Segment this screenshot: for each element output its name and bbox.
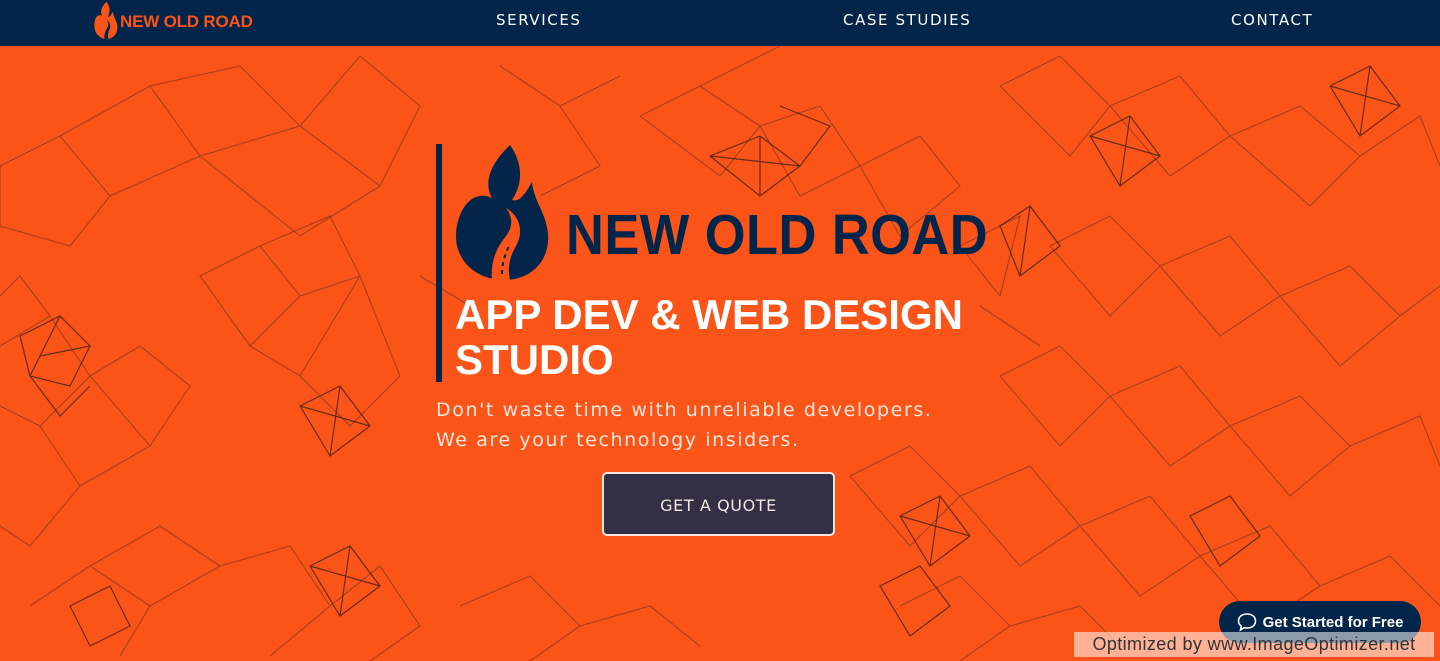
get-a-quote-button[interactable]: GET A QUOTE [602,472,835,536]
speech-bubble-icon [1237,613,1256,632]
hero-accent-bar [436,144,442,382]
hero-headline: APP DEV & WEB DESIGN STUDIO [455,291,963,383]
nav-link-services[interactable]: SERVICES [496,11,582,29]
chat-widget-label: Get Started for Free [1262,613,1404,631]
hero-logo [452,142,552,282]
hero-subheading-line-2: We are your technology insiders. [436,429,800,451]
optimizer-watermark: Optimized by www.ImageOptimizer.net [1074,632,1434,657]
nav-link-case-studies[interactable]: CASE STUDIES [843,11,971,29]
flame-road-icon [456,145,549,280]
get-a-quote-label: GET A QUOTE [660,495,777,515]
nav-logo[interactable]: NEW OLD ROAD [91,0,253,46]
top-nav: NEW OLD ROAD SERVICES CASE STUDIES CONTA… [0,0,1440,46]
nav-link-contact[interactable]: CONTACT [1231,11,1313,29]
hero-brand-name: NEW OLD ROAD [566,203,989,267]
hero-subheading: Don't waste time with unreliable develop… [436,395,996,455]
flame-road-icon [94,1,118,40]
nav-logo-text: NEW OLD ROAD [120,12,253,31]
hero-subheading-line-1: Don't waste time with unreliable develop… [436,399,933,421]
